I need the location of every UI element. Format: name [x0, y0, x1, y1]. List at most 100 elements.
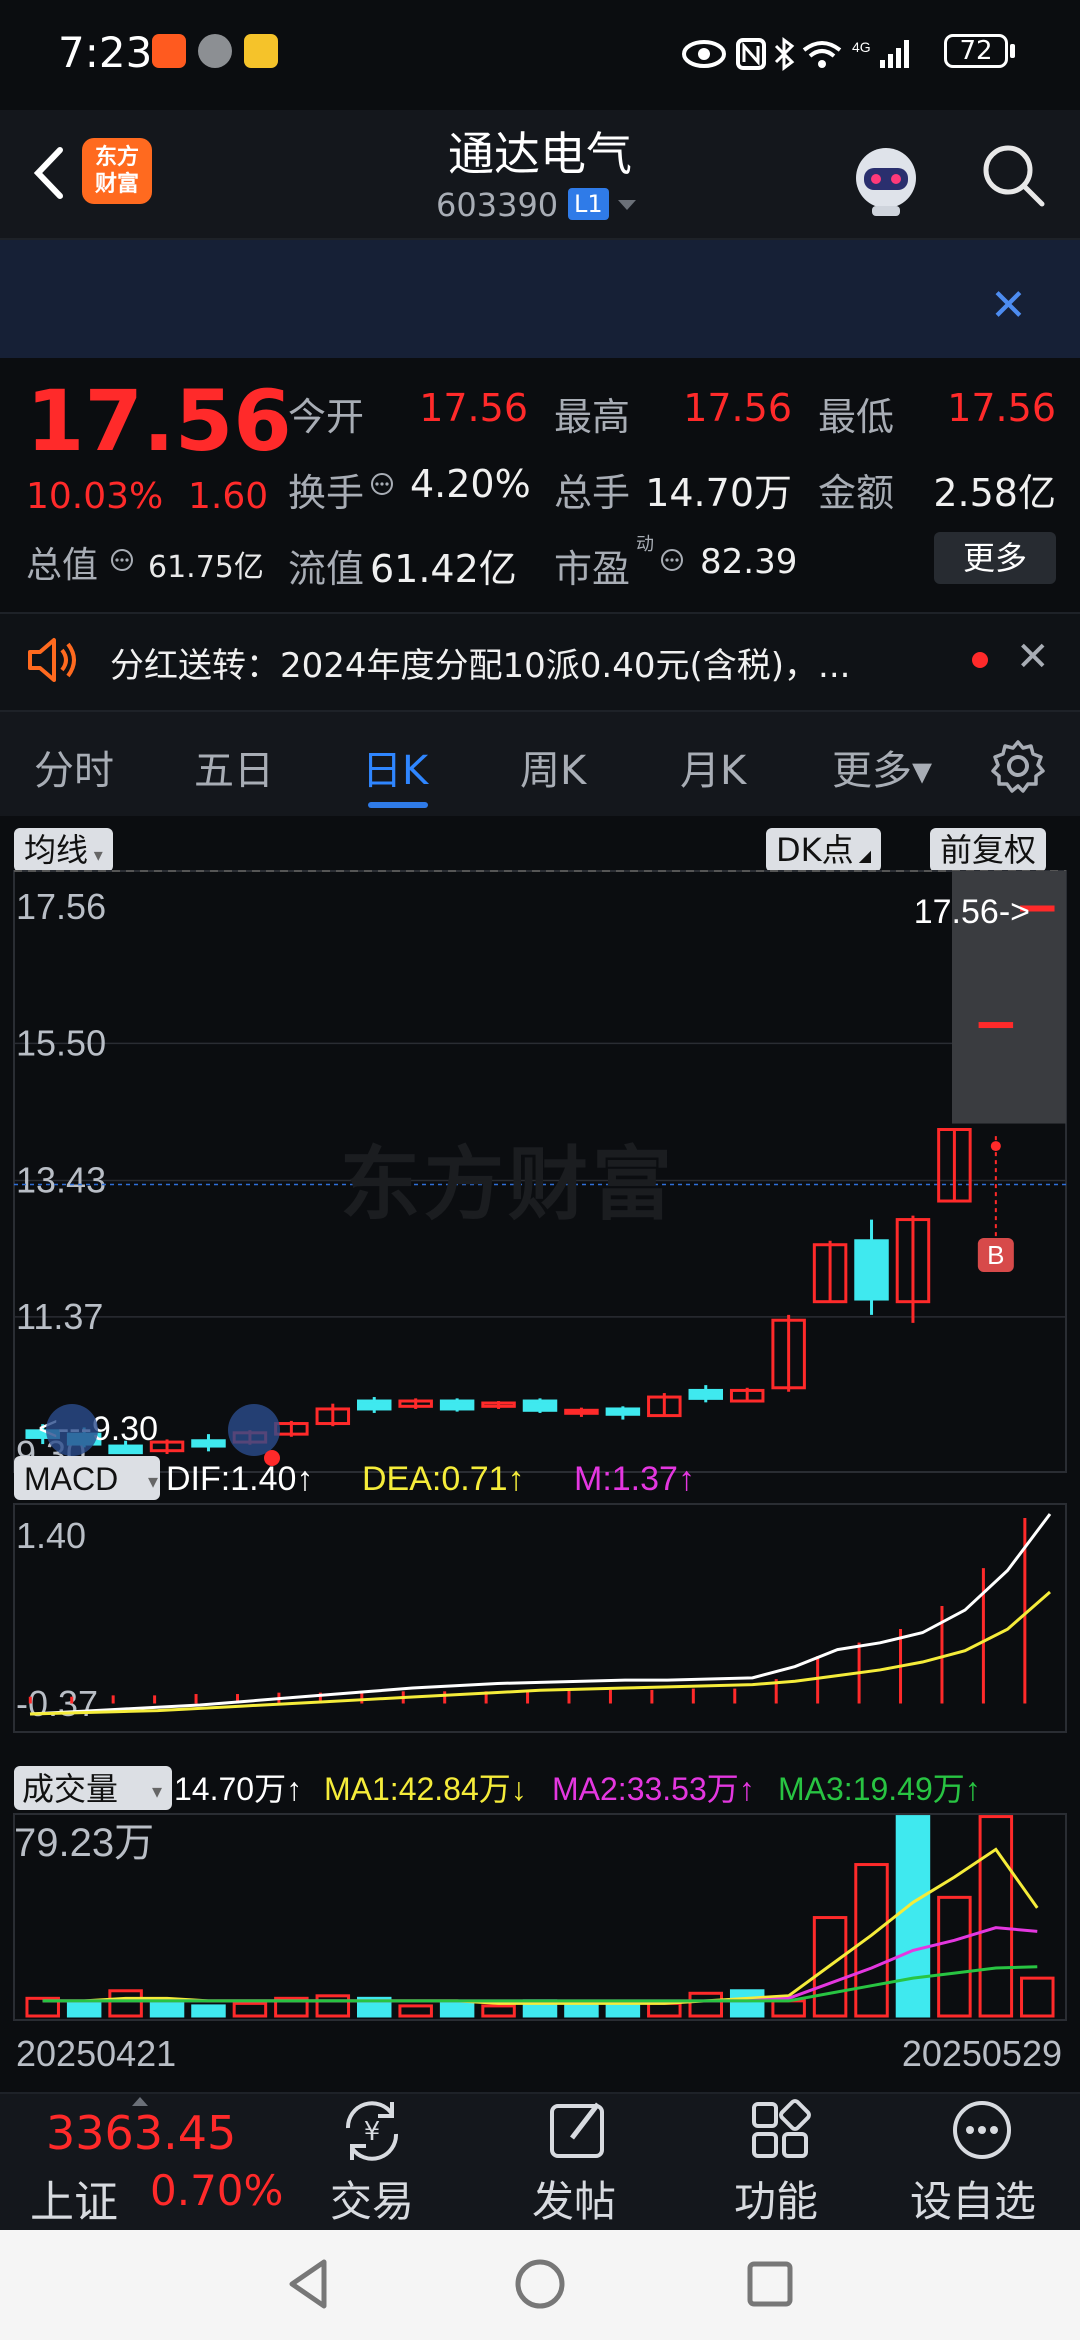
volume-bar: [895, 1815, 931, 2018]
volume-bar: [647, 2001, 682, 2018]
nav-watchlist[interactable]: 设自选: [910, 2168, 1036, 2229]
status-time: 7:23: [58, 28, 153, 77]
more-quote-button[interactable]: 更多: [934, 532, 1056, 584]
index-change[interactable]: 0.70%: [150, 2166, 283, 2215]
adjust-button[interactable]: 前复权: [930, 828, 1047, 872]
candle-body: [564, 1408, 599, 1415]
volume-y-tick: 79.23万: [14, 1821, 154, 1865]
buy-signal-label: B: [987, 1240, 1004, 1270]
stock-code[interactable]: 603390: [436, 186, 558, 224]
system-back-icon[interactable]: [284, 2256, 334, 2312]
volume-bar: [564, 2004, 599, 2018]
signal-dot: [990, 1141, 1001, 1152]
nav-post[interactable]: 发帖: [532, 2168, 616, 2229]
dropdown-icon: ▾: [88, 845, 103, 866]
candle-body: [439, 1399, 475, 1411]
yen-exchange-icon[interactable]: ¥: [336, 2098, 408, 2164]
dividend-text: 分红送转：2024年度分配10派0.40元(含税)，...: [110, 646, 851, 686]
index-value[interactable]: 3363.45: [46, 2106, 236, 2160]
volume-bar: [315, 1994, 351, 2018]
volume-bar: [978, 1815, 1014, 2018]
scroll-left-icon: [46, 1404, 98, 1456]
candle-body: [854, 1239, 889, 1301]
wifi-icon: [802, 41, 842, 68]
nav-trade[interactable]: 交易: [330, 2168, 414, 2229]
volume-ma2-label: MA2:33.53万↑: [552, 1771, 755, 1807]
tab-weekly-k[interactable]: 周K: [520, 738, 586, 796]
close-icon[interactable]: ✕: [1016, 634, 1050, 680]
index-name[interactable]: 上证: [30, 2166, 118, 2230]
tab-five-day[interactable]: 五日: [194, 738, 274, 796]
more-circle-icon[interactable]: [950, 2098, 1014, 2162]
candle: [771, 1314, 806, 1392]
candle: [564, 1407, 599, 1417]
bluetooth-icon: [774, 37, 795, 71]
y-tick-label: 15.50: [16, 1022, 106, 1063]
x-end-date: 20250529: [902, 2033, 1062, 2074]
info-circle-icon[interactable]: [370, 472, 394, 496]
ad-banner[interactable]: [0, 240, 1080, 358]
candle: [356, 1397, 392, 1413]
dk-point-button[interactable]: DK点 ◢: [766, 828, 882, 872]
status-icons: 4G: [682, 37, 909, 71]
candle: [647, 1393, 682, 1418]
dropdown-icon: ▾: [152, 1781, 162, 1803]
volume-bar: [729, 1989, 765, 2018]
search-icon[interactable]: [978, 140, 1048, 210]
weibo-notification-icon: [244, 34, 278, 68]
eye-icon: [682, 40, 726, 68]
pe-dynamic-sup: 动: [636, 534, 654, 555]
grid-functions-icon[interactable]: [748, 2098, 812, 2162]
candle: [398, 1398, 433, 1409]
nfc-icon: [736, 38, 766, 70]
system-home-icon[interactable]: [512, 2256, 568, 2312]
battery-tip: [1010, 44, 1015, 58]
candle-body: [978, 1022, 1014, 1029]
candle: [522, 1398, 558, 1413]
tab-daily-k[interactable]: 日K: [362, 738, 428, 796]
macd-m-label: M:1.37↑: [574, 1460, 695, 1498]
info-circle-icon[interactable]: [660, 548, 684, 572]
info-circle-icon[interactable]: [110, 548, 134, 572]
ma-selector[interactable]: 均线 ▾: [14, 828, 113, 872]
volume-bar: [108, 1989, 143, 2018]
tab-intraday[interactable]: 分时: [34, 738, 114, 796]
pe-value: 82.39: [700, 542, 798, 582]
close-icon[interactable]: ✕: [990, 280, 1027, 331]
kline-chart[interactable]: 17.5615.5013.4311.379.30B17.56-><---9.30…: [0, 870, 1080, 2090]
macd-selector-label: MACD: [24, 1461, 118, 1497]
edit-post-icon[interactable]: [546, 2098, 610, 2162]
battery-icon: 72: [944, 34, 1008, 68]
chevron-up-icon[interactable]: [130, 2094, 150, 2108]
ma-selector-label: 均线: [24, 831, 89, 869]
volume-bar: [854, 1863, 889, 2018]
high-label: 最高: [554, 395, 631, 439]
system-recents-icon[interactable]: [742, 2256, 798, 2312]
amount-value: 2.58亿: [933, 471, 1056, 515]
volume-value: 14.70万: [645, 471, 792, 515]
candle: [605, 1406, 641, 1420]
low-value: 17.56: [947, 386, 1056, 430]
macd-line-dif: [29, 1513, 1052, 1716]
svg-text:¥: ¥: [364, 2117, 381, 2147]
y-tick-label: 11.37: [16, 1296, 103, 1337]
candle: [439, 1398, 475, 1412]
nav-functions[interactable]: 功能: [734, 2168, 818, 2229]
tab-monthly-k[interactable]: 月K: [680, 738, 746, 796]
change-percent: 10.03%: [26, 476, 164, 517]
volume-bar: [1020, 1976, 1055, 2018]
chevron-down-icon[interactable]: [616, 198, 638, 212]
volume-ma3-label: MA3:19.49万↑: [778, 1771, 981, 1807]
volume-bar: [937, 1895, 972, 2018]
float-cap-label: 流值: [288, 547, 365, 591]
level-badge[interactable]: L1: [568, 188, 609, 220]
candle: [812, 1240, 848, 1304]
volume-bar: [771, 1999, 806, 2018]
y-tick-label: 17.56: [16, 886, 106, 927]
candle-body: [688, 1388, 724, 1400]
robot-assistant-icon[interactable]: [846, 140, 926, 220]
tab-more[interactable]: 更多▾: [832, 738, 932, 796]
candle: [895, 1215, 931, 1323]
gear-icon[interactable]: [990, 738, 1046, 794]
avatar-notification-icon: [198, 34, 232, 68]
